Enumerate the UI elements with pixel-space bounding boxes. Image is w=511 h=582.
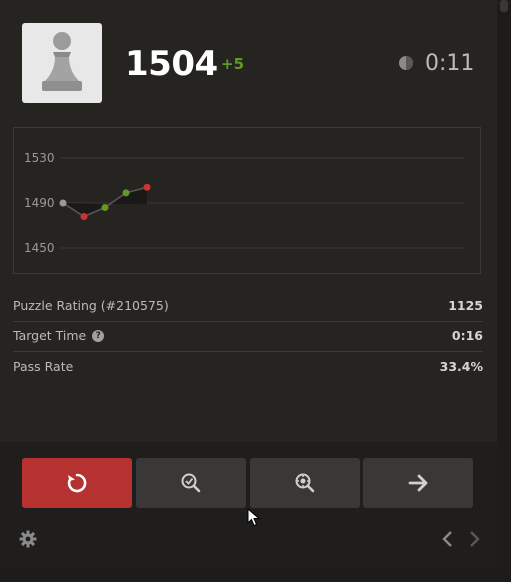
target-time-value: 0:16	[451, 328, 483, 343]
engine-analysis-icon	[295, 473, 315, 493]
puzzle-timer: 0:11	[425, 51, 475, 76]
avatar	[22, 23, 102, 103]
chart-point[interactable]	[59, 199, 67, 207]
horizontal-scrollbar[interactable]	[0, 568, 497, 582]
rating-delta: +5	[221, 55, 245, 73]
gear-icon[interactable]	[19, 530, 37, 548]
puzzle-rating-label: Puzzle Rating (#210575)	[13, 298, 169, 313]
stat-row-target-time: Target Time ? 0:16	[13, 321, 483, 352]
mouse-cursor-icon	[247, 508, 261, 527]
rating-chart-svg: 1530 1490 1450	[24, 151, 464, 255]
vertical-scrollbar[interactable]	[497, 0, 511, 582]
chart-point[interactable]	[80, 213, 88, 220]
chart-area	[63, 187, 147, 217]
chart-point[interactable]	[143, 183, 151, 191]
chart-point[interactable]	[101, 204, 109, 211]
player-rating: 1504	[125, 44, 218, 84]
chart-y-tick-label: 1450	[24, 241, 55, 255]
engine-analysis-button[interactable]	[250, 458, 360, 508]
help-icon[interactable]: ?	[92, 330, 105, 342]
retry-button[interactable]	[22, 458, 132, 508]
chevron-left-icon[interactable]	[440, 530, 456, 548]
clock-icon	[399, 56, 413, 70]
pawn-icon	[42, 32, 82, 91]
scrollbar-thumb[interactable]	[500, 0, 508, 12]
pass-rate-label: Pass Rate	[13, 359, 74, 374]
arrow-right-icon	[408, 474, 428, 492]
stat-row-puzzle-rating: Puzzle Rating (#210575) 1125	[13, 291, 483, 322]
stat-row-pass-rate: Pass Rate 33.4%	[13, 352, 483, 382]
analyze-icon	[181, 473, 201, 493]
chevron-right-icon[interactable]	[466, 530, 482, 548]
puzzle-rating-value: 1125	[448, 298, 483, 313]
analyze-button[interactable]	[136, 458, 246, 508]
chart-point[interactable]	[122, 189, 130, 197]
next-puzzle-button[interactable]	[363, 458, 473, 508]
pass-rate-value: 33.4%	[439, 359, 483, 374]
chart-y-tick-label: 1490	[24, 196, 55, 210]
rating-history-chart: 1530 1490 1450	[13, 127, 481, 274]
retry-icon	[67, 473, 87, 493]
chart-y-tick-label: 1530	[24, 151, 55, 165]
target-time-label: Target Time	[13, 328, 87, 343]
target-time-label-wrap: Target Time ?	[13, 321, 105, 351]
